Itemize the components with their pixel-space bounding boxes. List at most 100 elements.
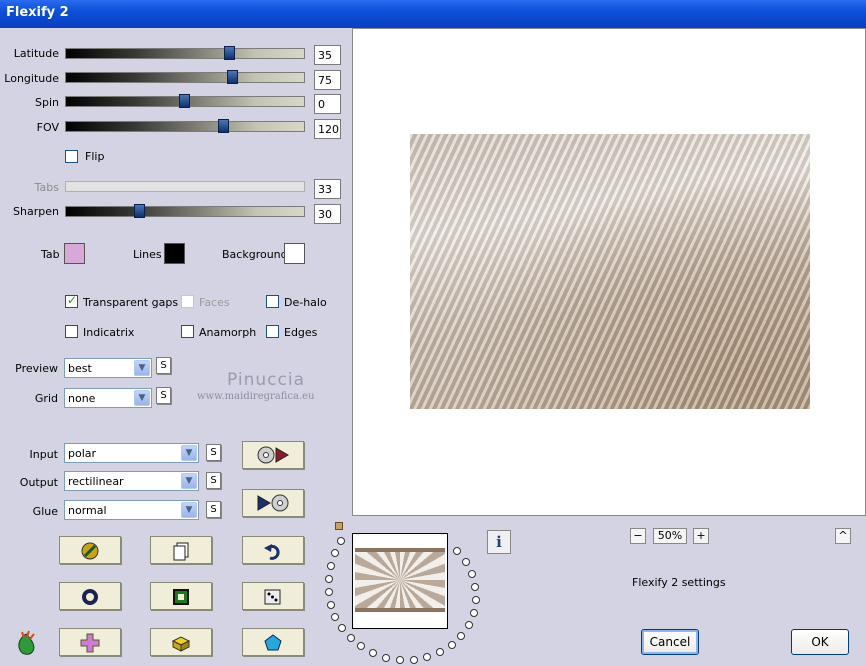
grid-select[interactable]: none ▼ (64, 388, 152, 408)
animate-forward-button[interactable] (242, 441, 304, 469)
preview-quality-value: best (68, 362, 92, 375)
ring-dot[interactable] (382, 654, 390, 662)
spin-input[interactable]: 0 (314, 94, 341, 114)
ring-dot[interactable] (325, 575, 333, 583)
pentagon-shape-button[interactable] (242, 628, 304, 656)
zoom-out-button[interactable]: − (630, 528, 646, 544)
output-s-button[interactable]: S (206, 472, 221, 489)
output-projection-select[interactable]: rectilinear ▼ (64, 471, 199, 491)
latitude-slider-thumb[interactable] (224, 46, 235, 60)
ring-dot[interactable] (410, 656, 418, 664)
input-projection-select[interactable]: polar ▼ (64, 443, 199, 463)
preview-quality-s-button[interactable]: S (156, 357, 171, 374)
ring-dot[interactable] (470, 609, 478, 617)
ring-dot[interactable] (338, 624, 346, 632)
ring-dot[interactable] (457, 632, 465, 640)
latitude-input[interactable]: 35 (314, 45, 341, 65)
lines-color-swatch[interactable] (164, 243, 185, 264)
ring-dot[interactable] (465, 621, 473, 629)
ring-dot[interactable] (331, 549, 339, 557)
sharpen-slider-thumb[interactable] (134, 204, 145, 218)
indicatrix-checkbox[interactable] (65, 325, 78, 338)
fov-slider[interactable] (65, 119, 305, 133)
disc-play-icon (257, 446, 289, 464)
fov-slider-thumb[interactable] (218, 119, 229, 133)
ring-dot[interactable] (468, 570, 476, 578)
brick-shape-button[interactable] (150, 628, 212, 656)
play-disc-icon (257, 494, 289, 512)
background-color-label: Background (222, 248, 288, 261)
longitude-slider[interactable] (65, 70, 305, 84)
preview-canvas[interactable] (352, 28, 866, 516)
cancel-button[interactable]: Cancel (641, 629, 699, 655)
spin-slider-thumb[interactable] (179, 94, 190, 108)
spin-slider[interactable] (65, 94, 305, 108)
chevron-down-icon[interactable]: ▼ (134, 360, 150, 376)
faces-checkbox[interactable] (181, 295, 194, 308)
preview-quality-select[interactable]: best ▼ (64, 358, 152, 378)
ring-dot[interactable] (472, 596, 480, 604)
longitude-slider-thumb[interactable] (227, 70, 238, 84)
undo-button[interactable] (242, 536, 304, 564)
lines-color-label: Lines (133, 248, 162, 261)
ring-dot[interactable] (423, 653, 431, 661)
watermark-site: www.maidiregrafica.eu (197, 391, 315, 402)
animate-backward-button[interactable] (242, 489, 304, 517)
ring-dot[interactable] (357, 642, 365, 650)
circle-shape-button[interactable] (59, 582, 121, 610)
tab-color-swatch[interactable] (64, 243, 85, 264)
ring-dot[interactable] (471, 583, 479, 591)
ring-dot[interactable] (396, 656, 404, 664)
preview-quality-label: Preview (15, 362, 58, 375)
edges-checkbox[interactable] (266, 325, 279, 338)
fov-input[interactable]: 120 (314, 119, 341, 139)
ring-dot[interactable] (325, 588, 333, 596)
grid-s-button[interactable]: S (156, 387, 171, 404)
latitude-slider[interactable] (65, 46, 305, 60)
anamorph-checkbox[interactable] (181, 325, 194, 338)
ring-dot[interactable] (436, 648, 444, 656)
flip-label: Flip (85, 150, 105, 163)
background-color-swatch[interactable] (284, 243, 305, 264)
ring-dot[interactable] (448, 641, 456, 649)
chevron-down-icon[interactable]: ▼ (181, 445, 197, 461)
ring-dot[interactable] (369, 649, 377, 657)
orientation-handle[interactable] (335, 522, 343, 530)
square-shape-button[interactable] (150, 582, 212, 610)
anamorph-label: Anamorph (199, 326, 257, 339)
de-halo-checkbox[interactable] (266, 295, 279, 308)
undo-icon (264, 544, 280, 560)
input-s-button[interactable]: S (206, 444, 221, 461)
ring-dot[interactable] (327, 601, 335, 609)
navigator-thumbnail[interactable] (352, 533, 448, 629)
copy-button[interactable] (150, 536, 212, 564)
flip-checkbox[interactable] (65, 150, 78, 163)
glue-s-button[interactable]: S (206, 501, 221, 518)
ring-dot[interactable] (337, 537, 345, 545)
longitude-input[interactable]: 75 (314, 70, 341, 90)
output-projection-label: Output (19, 476, 58, 489)
ring-dot[interactable] (327, 562, 335, 570)
info-button[interactable]: i (487, 530, 511, 554)
ring-dot[interactable] (462, 558, 470, 566)
glue-select[interactable]: normal ▼ (64, 500, 199, 520)
randomize-button[interactable] (59, 536, 121, 564)
chevron-down-icon[interactable]: ▼ (134, 390, 150, 406)
ok-button[interactable]: OK (791, 629, 849, 655)
sharpen-input[interactable]: 30 (314, 204, 341, 224)
cross-shape-button[interactable] (59, 628, 121, 656)
dice-button[interactable] (242, 582, 304, 610)
glue-value: normal (68, 504, 107, 517)
input-projection-value: polar (68, 447, 97, 460)
chevron-down-icon[interactable]: ▼ (181, 473, 197, 489)
transparent-gaps-checkbox[interactable]: ✓ (65, 293, 78, 308)
tabs-input[interactable]: 33 (314, 179, 341, 199)
zoom-in-button[interactable]: + (693, 528, 709, 544)
ring-dot[interactable] (347, 634, 355, 642)
collapse-button[interactable]: ^ (835, 528, 851, 544)
ring-dot[interactable] (331, 613, 339, 621)
ring-dot[interactable] (453, 547, 461, 555)
chevron-down-icon[interactable]: ▼ (181, 502, 197, 518)
tabs-slider[interactable] (65, 181, 305, 192)
sharpen-slider[interactable] (65, 204, 305, 218)
